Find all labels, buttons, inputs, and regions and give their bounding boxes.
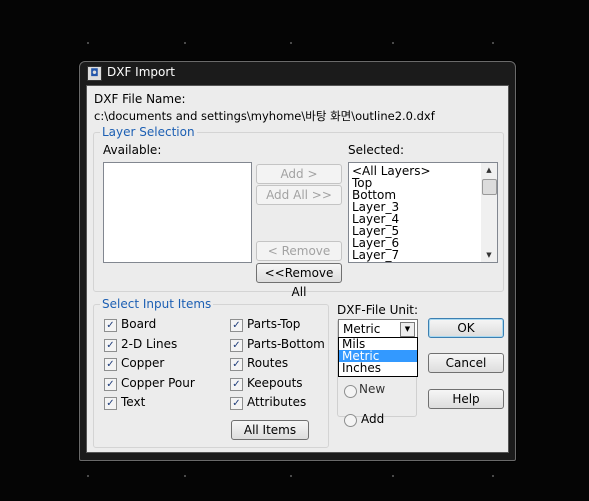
checkbox-label: Keepouts	[247, 376, 303, 390]
selected-layers-items: <All Layers> Top Bottom Layer_3 Layer_4 …	[352, 165, 431, 261]
help-button[interactable]: Help	[428, 389, 504, 409]
background-dot	[392, 475, 394, 477]
app-icon: ◘	[87, 66, 102, 81]
add-button[interactable]: Add >	[256, 164, 342, 184]
chevron-down-icon[interactable]: ▼	[400, 322, 415, 337]
unit-select-value: Metric	[343, 322, 381, 336]
checkmark-icon: ✓	[104, 319, 117, 332]
checkmark-icon: ✓	[104, 397, 117, 410]
checkbox-label: Parts-Bottom	[247, 337, 325, 351]
background-dot	[184, 42, 186, 44]
checkbox-label: Copper Pour	[121, 376, 195, 390]
checkmark-icon: ✓	[230, 358, 243, 371]
available-label: Available:	[103, 143, 162, 157]
scroll-up-icon[interactable]: ▲	[481, 163, 497, 177]
radio-new-label: New	[359, 382, 386, 396]
checkbox-label: Attributes	[247, 395, 307, 409]
selected-label: Selected:	[348, 143, 405, 157]
checkmark-icon: ✓	[104, 339, 117, 352]
checkmark-icon: ✓	[230, 339, 243, 352]
add-all-button[interactable]: Add All >>	[256, 185, 342, 205]
all-items-button[interactable]: All Items	[231, 420, 309, 440]
background-dot	[392, 42, 394, 44]
background-dot	[87, 42, 89, 44]
checkmark-icon: ✓	[104, 378, 117, 391]
input-items-title: Select Input Items	[100, 297, 214, 311]
background-dot	[87, 475, 89, 477]
unit-dropdown-list: Mils Metric Inches	[338, 337, 418, 377]
checkmark-icon: ✓	[230, 397, 243, 410]
checkbox-label: Routes	[247, 356, 289, 370]
radio-add[interactable]	[344, 414, 357, 427]
file-name-label: DXF File Name:	[94, 92, 186, 106]
selected-layers-list[interactable]: <All Layers> Top Bottom Layer_3 Layer_4 …	[348, 162, 498, 263]
remove-button[interactable]: < Remove	[256, 241, 342, 261]
window-title: DXF Import	[107, 65, 176, 79]
scroll-thumb[interactable]	[482, 179, 497, 195]
unit-label: DXF-File Unit:	[337, 303, 419, 317]
option-label: Inches	[342, 361, 381, 375]
checkbox-label: Text	[121, 395, 146, 409]
background-dot	[492, 475, 494, 477]
radio-circle-icon	[344, 414, 357, 427]
selected-list-scrollbar[interactable]: ▲ ▼	[481, 163, 497, 262]
dialog-body: DXF File Name: c:\documents and settings…	[86, 85, 509, 453]
list-item[interactable]: Layer_7	[352, 249, 431, 261]
title-bar[interactable]: ◘ DXF Import	[80, 62, 515, 84]
scroll-down-icon[interactable]: ▼	[481, 248, 497, 262]
checkmark-icon: ✓	[230, 378, 243, 391]
background-dot	[184, 475, 186, 477]
radio-circle-icon	[344, 385, 357, 398]
ok-button[interactable]: OK	[428, 318, 504, 338]
checkbox-label: Board	[121, 317, 157, 331]
remove-all-button[interactable]: <<Remove All	[256, 263, 342, 299]
radio-new[interactable]	[344, 385, 357, 398]
checkmark-icon: ✓	[230, 319, 243, 332]
radio-add-label: Add	[361, 412, 385, 426]
layer-selection-title: Layer Selection	[100, 125, 197, 139]
background-dot	[290, 42, 292, 44]
file-path: c:\documents and settings\myhome\바탕 화면\o…	[94, 109, 435, 123]
checkmark-icon: ✓	[104, 358, 117, 371]
unit-select[interactable]: Metric ▼	[338, 319, 418, 339]
background-dot	[492, 42, 494, 44]
checkbox-label: Copper	[121, 356, 165, 370]
checkbox-label: 2-D Lines	[121, 337, 178, 351]
checkbox-label: Parts-Top	[247, 317, 301, 331]
unit-option-inches[interactable]: Inches	[339, 362, 417, 374]
background-dot	[290, 475, 292, 477]
cancel-button[interactable]: Cancel	[428, 353, 504, 373]
dxf-import-dialog: ◘ DXF Import DXF File Name: c:\documents…	[79, 61, 516, 461]
available-layers-list[interactable]	[103, 162, 252, 263]
